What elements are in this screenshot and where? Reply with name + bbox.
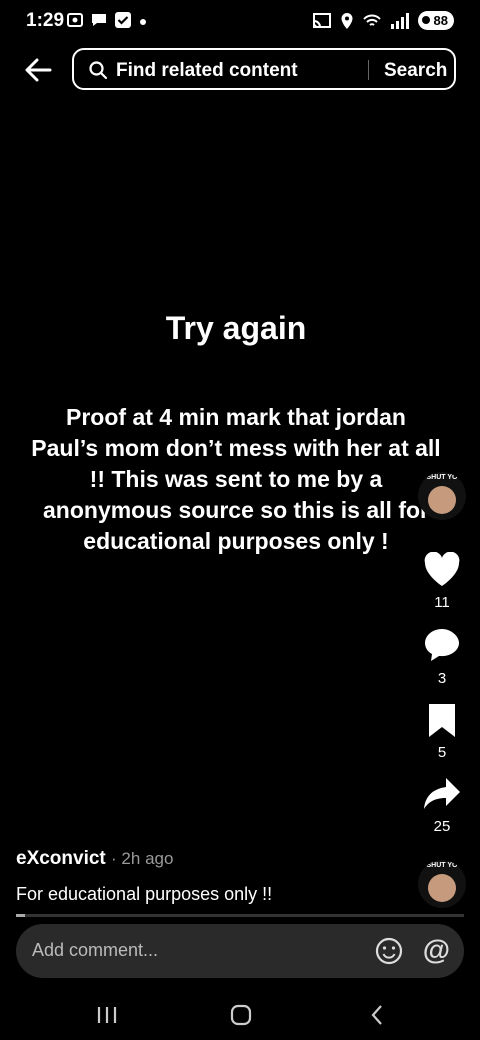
search-divider xyxy=(368,60,369,80)
username[interactable]: eXconvict xyxy=(16,848,106,869)
home-button[interactable] xyxy=(226,1002,256,1028)
comment-count: 3 xyxy=(437,670,447,687)
mention-icon[interactable]: @ xyxy=(423,934,450,966)
heart-icon xyxy=(424,552,460,586)
video-progress-fill xyxy=(16,914,25,917)
search-icon xyxy=(89,61,108,80)
chat-icon xyxy=(92,14,106,26)
comment-icon xyxy=(425,629,459,661)
check-icon xyxy=(115,12,131,28)
status-right-icons: 88 xyxy=(312,11,454,30)
bookmark-count: 5 xyxy=(437,744,447,761)
wifi-icon xyxy=(362,14,381,26)
location-icon xyxy=(341,12,353,29)
error-title: Try again xyxy=(165,310,307,346)
back-icon xyxy=(371,1005,382,1025)
post-caption: For educational purposes only !! xyxy=(16,884,273,904)
like-count: 11 xyxy=(434,594,450,611)
sound-avatar-tag: SHUT YO xyxy=(426,862,458,869)
screenshot-icon xyxy=(67,13,83,27)
cast-icon xyxy=(312,12,331,28)
system-nav-bar xyxy=(0,990,480,1040)
video-description: Proof at 4 min mark that jordan Paul’s m… xyxy=(31,404,441,554)
status-time: 1:29 xyxy=(26,10,65,31)
dot-icon xyxy=(140,19,146,25)
battery-icon: 88 xyxy=(417,11,454,30)
search-input[interactable]: Find related content xyxy=(116,60,298,82)
post-timestamp: · 2h ago xyxy=(111,849,174,868)
share-icon xyxy=(424,778,460,809)
like-button[interactable]: 11 xyxy=(418,552,466,611)
emoji-icon[interactable] xyxy=(374,936,404,966)
avatar-face xyxy=(428,486,456,514)
creator-avatar[interactable]: SHUT YO xyxy=(418,472,466,520)
search-button[interactable]: Search xyxy=(384,60,447,82)
share-button[interactable]: 25 xyxy=(418,776,466,835)
comment-input-bar[interactable]: Add comment... @ xyxy=(16,924,464,978)
comment-button[interactable]: 3 xyxy=(418,626,466,687)
sound-avatar-face xyxy=(428,874,456,902)
recents-icon xyxy=(97,1007,117,1023)
status-bar: 1:29 88 xyxy=(0,0,480,44)
sound-avatar[interactable]: SHUT YO xyxy=(418,860,466,908)
post-author[interactable]: eXconvict · 2h ago xyxy=(16,848,173,870)
system-back-button[interactable] xyxy=(362,1002,392,1028)
arrow-left-icon xyxy=(25,58,52,82)
signal-icon xyxy=(390,12,409,29)
home-icon xyxy=(230,1004,252,1026)
avatar-tag: SHUT YO xyxy=(426,474,458,481)
bookmark-icon xyxy=(429,704,455,737)
back-button[interactable] xyxy=(20,52,56,88)
comment-input[interactable]: Add comment... xyxy=(32,940,158,961)
recents-button[interactable] xyxy=(92,1002,122,1028)
share-count: 25 xyxy=(433,818,451,835)
video-progress-bar[interactable] xyxy=(16,914,464,917)
status-left-icons xyxy=(66,11,148,29)
bookmark-button[interactable]: 5 xyxy=(418,702,466,761)
search-bar[interactable]: Find related content Search xyxy=(72,48,456,90)
